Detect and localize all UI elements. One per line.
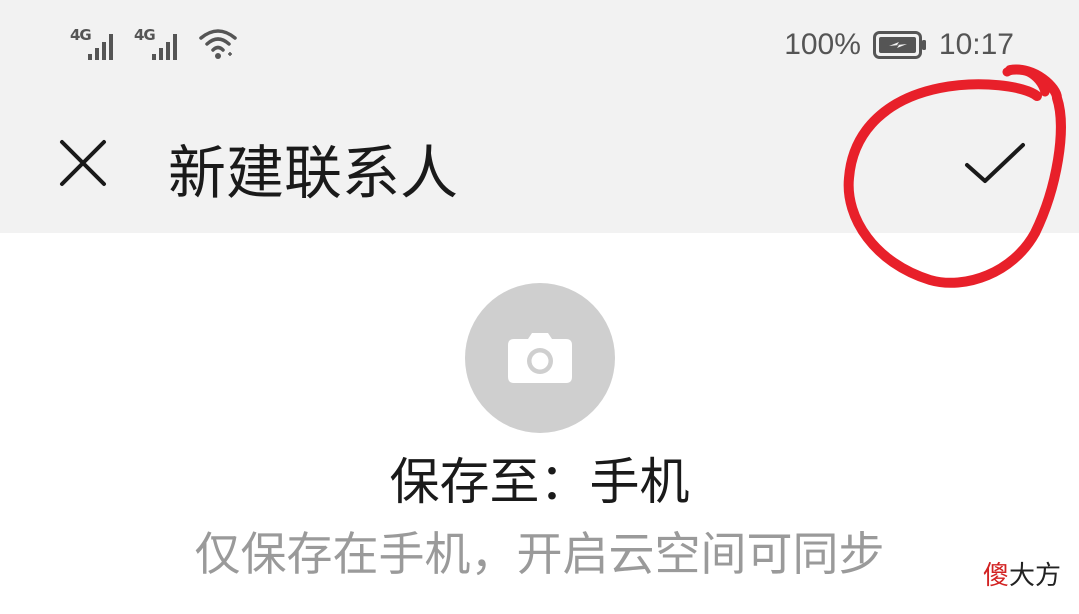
save-location-label[interactable]: 保存至：手机 xyxy=(0,442,1079,514)
camera-icon xyxy=(508,333,572,383)
status-time: 10:17 xyxy=(938,28,1014,61)
close-icon xyxy=(60,140,106,186)
status-bar-left: 4G 4G xyxy=(70,22,238,62)
close-button[interactable] xyxy=(50,130,116,196)
signal-icon: 4G xyxy=(70,24,126,62)
battery-charging-icon xyxy=(872,31,926,59)
signal-icon: 4G xyxy=(134,24,190,62)
watermark-red-text: 傻 xyxy=(982,561,1009,591)
battery-percent: 100% xyxy=(784,28,861,61)
wifi-icon xyxy=(199,29,237,59)
watermark: 傻大方 xyxy=(983,555,1061,592)
watermark-black-text: 大方 xyxy=(1008,561,1061,591)
page-title: 新建联系人 xyxy=(168,139,459,207)
save-location-hint: 仅保存在手机，开启云空间可同步 xyxy=(194,527,885,581)
status-bar-right: 100% 10:17 xyxy=(784,22,1014,68)
contact-photo-button[interactable] xyxy=(465,283,615,433)
check-icon xyxy=(965,143,1025,183)
confirm-button[interactable] xyxy=(955,128,1035,198)
